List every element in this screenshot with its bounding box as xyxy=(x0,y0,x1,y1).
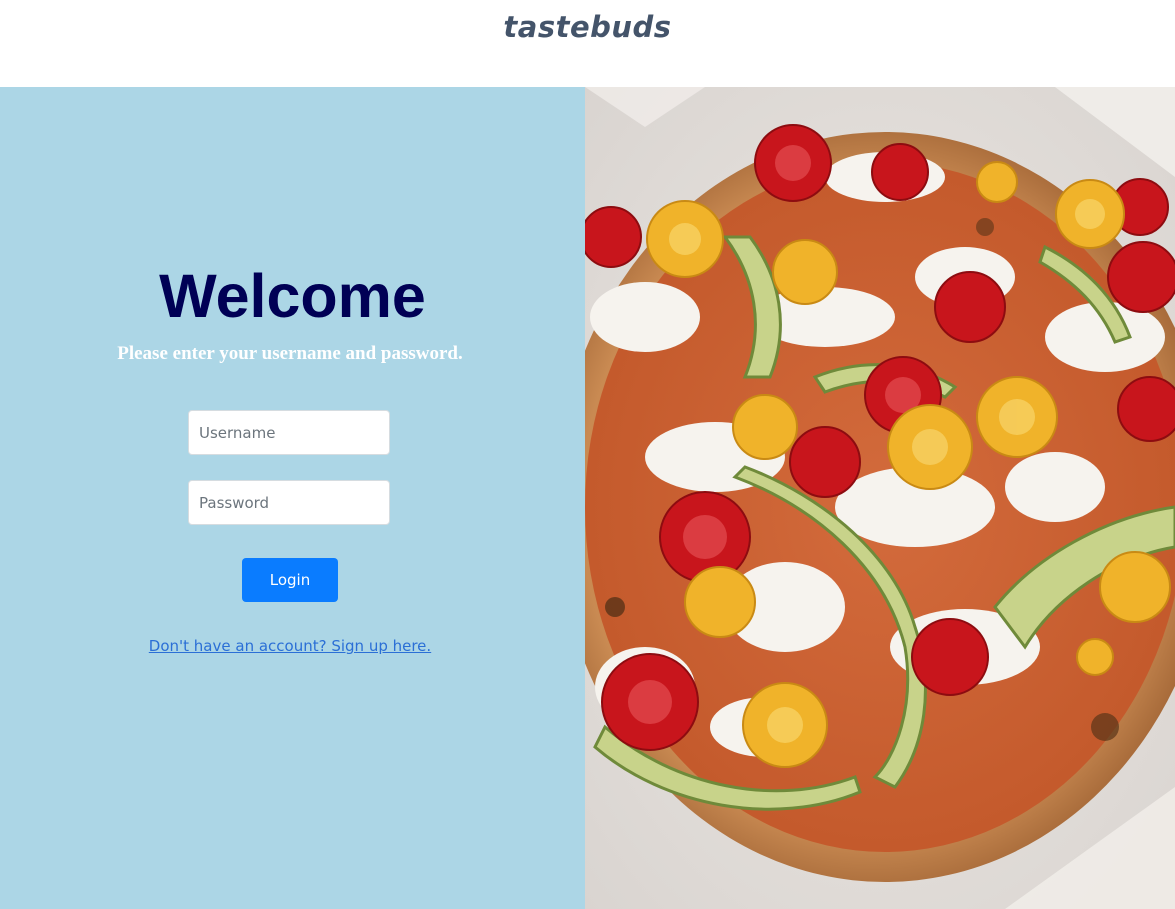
username-input[interactable] xyxy=(188,410,390,455)
login-instructions: Please enter your username and password. xyxy=(117,343,463,364)
welcome-heading: Welcome xyxy=(159,262,426,330)
site-header: tastebuds xyxy=(0,0,1175,87)
tastebuds-logo[interactable]: tastebuds xyxy=(0,10,1175,44)
signup-link[interactable]: Don't have an account? Sign up here. xyxy=(0,637,580,655)
pizza-image xyxy=(585,87,1175,909)
password-input[interactable] xyxy=(188,480,390,525)
login-button[interactable]: Login xyxy=(242,558,338,602)
